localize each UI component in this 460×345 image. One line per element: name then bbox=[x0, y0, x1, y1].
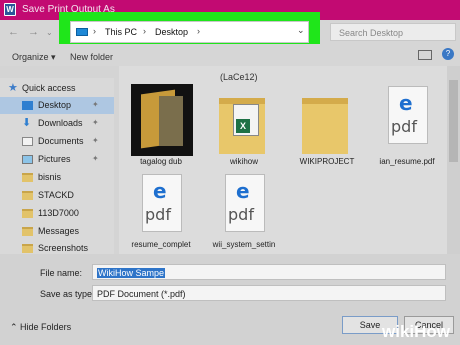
sidebar-item-downloads[interactable]: ⬇ Downloads ✦ bbox=[0, 115, 114, 132]
organize-button[interactable]: Organize ▾ bbox=[12, 52, 56, 63]
file-label: tagalog dub bbox=[140, 157, 182, 166]
sidebar-item-label: STACKD bbox=[38, 190, 74, 200]
watermark-prefix: wiki bbox=[382, 322, 415, 341]
pdf-label: pdf bbox=[145, 205, 171, 224]
edge-pdf-icon: e pdf bbox=[225, 174, 265, 232]
star-icon: ★ bbox=[8, 82, 18, 94]
forward-arrow-icon[interactable]: → bbox=[28, 26, 39, 38]
image-thumbnail bbox=[131, 84, 193, 156]
pictures-icon bbox=[22, 155, 33, 164]
breadcrumb-this-pc[interactable]: This PC bbox=[105, 27, 137, 37]
sidebar-item-desktop[interactable]: Desktop ✦ bbox=[0, 97, 114, 114]
file-tagalog-dub[interactable]: tagalog dub bbox=[120, 84, 202, 166]
sidebar-item-label: Downloads bbox=[38, 118, 83, 128]
pin-icon: ✦ bbox=[92, 100, 99, 109]
folder-icon bbox=[22, 227, 33, 236]
folder-icon bbox=[22, 173, 33, 182]
recent-locations-icon[interactable]: ⌄ bbox=[46, 28, 53, 37]
file-name-field[interactable]: WikiHow Sampe bbox=[92, 264, 446, 280]
scrollbar-thumb[interactable] bbox=[449, 80, 458, 162]
sidebar-item-label: Pictures bbox=[38, 154, 71, 164]
edge-icon: e bbox=[399, 91, 413, 115]
selected-text: WikiHow Sampe bbox=[97, 268, 166, 278]
chevron-right-icon: › bbox=[93, 26, 96, 36]
hide-folders-button[interactable]: ⌃ Hide Folders bbox=[10, 322, 71, 333]
sidebar-item-stackd[interactable]: STACKD bbox=[0, 187, 114, 204]
group-label: (LaCe12) bbox=[220, 72, 258, 82]
file-resume-complet[interactable]: e pdf resume_complet bbox=[120, 172, 202, 252]
watermark-suffix: How bbox=[414, 322, 451, 341]
file-wikiproject[interactable]: WIKIPROJECT bbox=[286, 84, 368, 166]
pdf-label: pdf bbox=[228, 205, 254, 224]
thumbnail-shape bbox=[159, 96, 183, 146]
edge-icon: e bbox=[236, 179, 250, 203]
pin-icon: ✦ bbox=[92, 118, 99, 127]
documents-icon bbox=[22, 137, 33, 146]
save-type-label: Save as type: bbox=[40, 289, 95, 299]
sidebar-item-quick-access[interactable]: ★ Quick access bbox=[0, 80, 114, 97]
pdf-label: pdf bbox=[391, 117, 417, 136]
excel-icon: X bbox=[233, 104, 259, 136]
file-label: WIKIPROJECT bbox=[299, 157, 355, 166]
address-bar[interactable]: › This PC › Desktop › ⌄ bbox=[70, 21, 309, 43]
new-folder-button[interactable]: New folder bbox=[70, 52, 113, 62]
sidebar-item-label: Documents bbox=[38, 136, 84, 146]
sidebar-item-pictures[interactable]: Pictures ✦ bbox=[0, 151, 114, 168]
breadcrumb-desktop[interactable]: Desktop bbox=[155, 27, 188, 37]
folder-icon bbox=[302, 98, 348, 154]
file-label: resume_complet bbox=[131, 240, 191, 249]
chevron-down-icon[interactable]: ⌄ bbox=[297, 25, 305, 36]
sidebar-item-113d7000[interactable]: 113D7000 bbox=[0, 205, 114, 222]
search-input[interactable]: Search Desktop bbox=[330, 23, 456, 41]
folder-icon bbox=[22, 244, 33, 253]
wikihow-watermark: wikiHow bbox=[382, 322, 450, 342]
chevron-right-icon: › bbox=[197, 26, 200, 36]
pin-icon: ✦ bbox=[92, 154, 99, 163]
toolbar: Organize ▾ New folder ? bbox=[0, 44, 460, 66]
file-wii-system-settings[interactable]: e pdf wii_system_settin bbox=[203, 172, 285, 252]
sidebar-item-label: Desktop bbox=[38, 100, 72, 110]
folder-icon bbox=[22, 209, 33, 218]
file-name-label: File name: bbox=[40, 268, 83, 278]
sidebar-item-label: Quick access bbox=[22, 83, 76, 93]
hide-folders-label: Hide Folders bbox=[20, 322, 72, 332]
file-label: wii_system_settin bbox=[212, 240, 276, 249]
file-label: wikihow bbox=[229, 157, 258, 166]
file-name-value: WikiHow Sampe bbox=[97, 268, 166, 278]
chevron-up-icon: ⌃ bbox=[10, 322, 21, 332]
folder-icon bbox=[22, 191, 33, 200]
edge-pdf-icon: e pdf bbox=[142, 174, 182, 232]
sidebar-item-messages[interactable]: Messages bbox=[0, 223, 114, 240]
desktop-icon bbox=[22, 101, 33, 110]
this-pc-icon bbox=[76, 28, 88, 36]
word-app-icon: W bbox=[4, 3, 16, 16]
download-icon: ⬇ bbox=[22, 117, 32, 129]
sidebar-item-label: 113D7000 bbox=[38, 208, 79, 218]
pin-icon: ✦ bbox=[92, 136, 99, 145]
file-label: ian_resume.pdf bbox=[379, 157, 435, 166]
navigation-pane: ★ Quick access Desktop ✦ ⬇ Downloads ✦ D… bbox=[0, 78, 114, 254]
save-type-value: PDF Document (*.pdf) bbox=[97, 289, 186, 299]
sidebar-item-documents[interactable]: Documents ✦ bbox=[0, 133, 114, 150]
chevron-right-icon: › bbox=[143, 26, 146, 36]
view-options-icon[interactable] bbox=[418, 50, 432, 60]
save-type-select[interactable]: PDF Document (*.pdf) bbox=[92, 285, 446, 301]
back-arrow-icon[interactable]: ← bbox=[8, 26, 19, 38]
sidebar-item-bisnis[interactable]: bisnis bbox=[0, 169, 114, 186]
sidebar-item-label: Messages bbox=[38, 226, 80, 236]
sidebar-item-label: bisnis bbox=[38, 172, 62, 182]
file-wikihow[interactable]: X wikihow bbox=[203, 84, 285, 166]
help-icon[interactable]: ? bbox=[442, 48, 454, 60]
file-ian-resume[interactable]: e pdf ian_resume.pdf bbox=[366, 84, 448, 166]
edge-pdf-icon: e pdf bbox=[388, 86, 428, 144]
edge-icon: e bbox=[153, 179, 167, 203]
sidebar-item-label: Screenshots bbox=[38, 243, 89, 253]
